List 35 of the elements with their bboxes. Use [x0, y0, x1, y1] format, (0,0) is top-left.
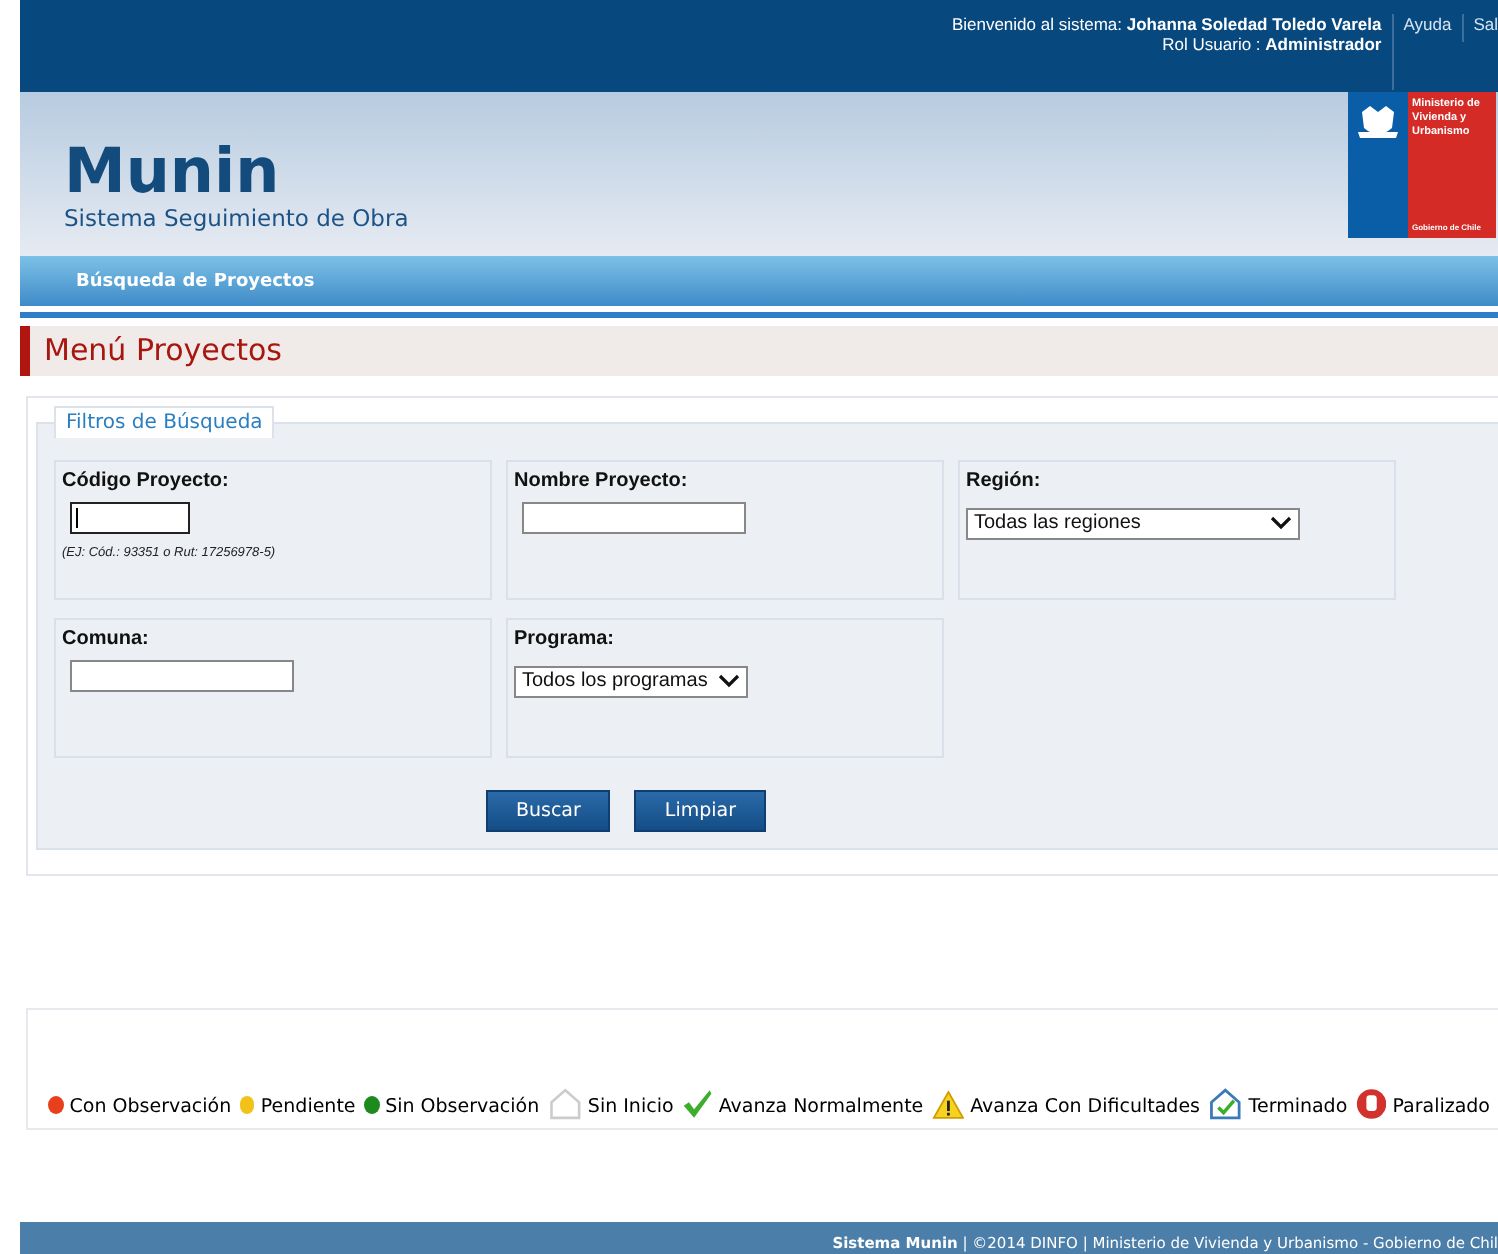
- top-link[interactable]: Ayuda: [1393, 14, 1464, 42]
- legend-label: Terminado: [1248, 1096, 1348, 1118]
- dropdown[interactable]: Todos los programas: [514, 665, 748, 697]
- legend-label: Sin Observación: [385, 1096, 540, 1118]
- page-title: Menú Proyectos: [20, 326, 1498, 376]
- house-icon: [547, 1086, 582, 1122]
- role-text: Rol Usuario : Administrador: [1160, 34, 1382, 54]
- legend-label: Sin Inicio: [587, 1096, 674, 1118]
- chevron-down-icon: [1270, 516, 1292, 530]
- input-field[interactable]: [70, 502, 190, 534]
- clear-button[interactable]: Limpiar: [634, 790, 767, 832]
- field-label: Región:: [966, 470, 1043, 492]
- search-button[interactable]: Buscar: [485, 790, 611, 832]
- field-label: Comuna:: [62, 628, 151, 650]
- warning-icon: [931, 1088, 965, 1122]
- legend-label: Con Observación: [69, 1096, 232, 1118]
- emblem-icon: [1356, 104, 1400, 140]
- legend-label: Avanza Con Dificultades: [970, 1096, 1200, 1118]
- checkmark-icon: [681, 1086, 713, 1122]
- app-name: Munin: [64, 142, 282, 204]
- app-subtitle: Sistema Seguimiento de Obra: [64, 204, 409, 232]
- house-check-icon: [1208, 1086, 1243, 1122]
- dropdown[interactable]: Todas las regiones: [966, 507, 1300, 539]
- field-label: Nombre Proyecto:: [514, 470, 690, 492]
- field-label: Programa:: [514, 628, 617, 650]
- top-link[interactable]: Sal: [1463, 14, 1498, 42]
- field-label: Código Proyecto:: [62, 470, 231, 492]
- input-field[interactable]: [70, 660, 294, 692]
- input-field[interactable]: [522, 502, 746, 534]
- legend-label: Pendiente: [260, 1096, 356, 1118]
- fieldset-legend: Filtros de Búsqueda: [54, 406, 275, 438]
- legend-label: Avanza Normalmente: [718, 1096, 924, 1118]
- chevron-down-icon: [717, 674, 740, 688]
- legend-label: Paralizado: [1392, 1096, 1490, 1118]
- welcome-text: Bienvenido al sistema: Johanna Soledad Toledo Varela: [951, 14, 1382, 34]
